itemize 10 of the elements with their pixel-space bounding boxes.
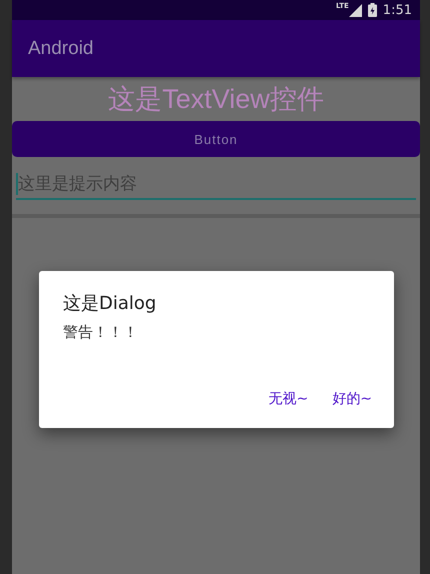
app-title: Android — [28, 38, 94, 60]
main-button[interactable]: Button — [12, 121, 420, 157]
battery-icon — [368, 3, 377, 17]
clock-text: 1:51 — [382, 2, 412, 18]
signal-icon — [348, 4, 362, 16]
dialog-button[interactable]: 无视~ — [260, 386, 316, 412]
dialog-title: 这是Dialog — [63, 292, 156, 315]
text-view: 这是TextView控件 — [108, 83, 324, 116]
dialog-button[interactable]: 好的~ — [324, 386, 380, 412]
dialog-message: 警告！！！ — [63, 323, 138, 342]
